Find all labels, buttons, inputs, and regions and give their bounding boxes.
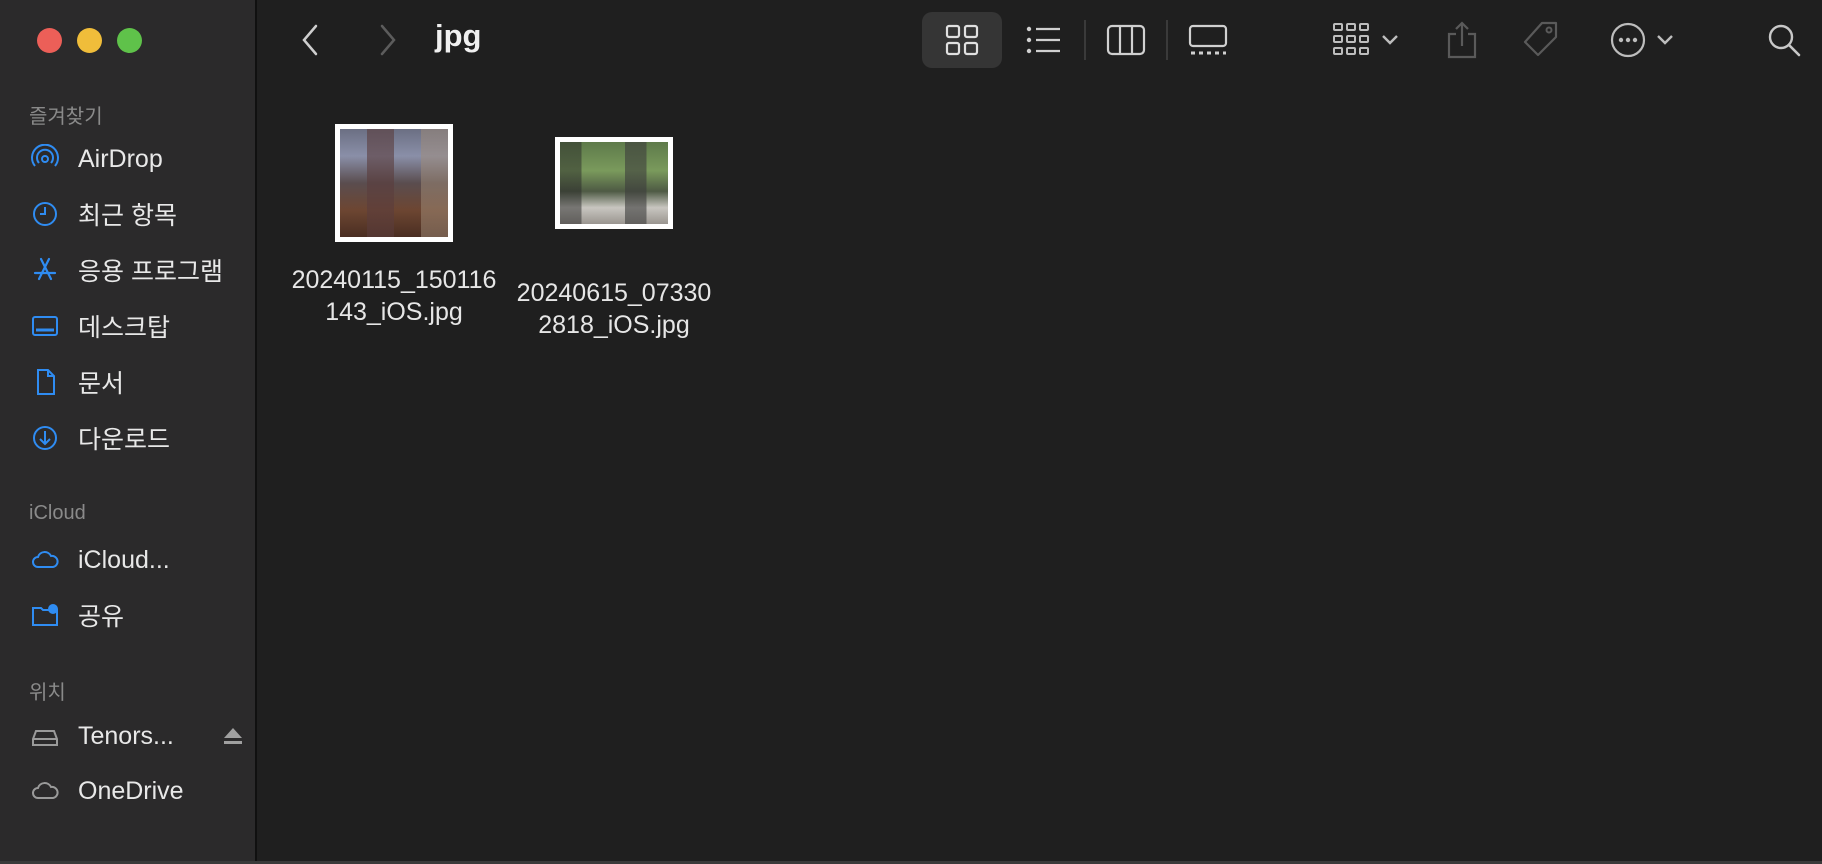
sidebar-item-label: 응용 프로그램	[78, 258, 223, 286]
sidebar-item-documents[interactable]: 문서	[30, 362, 245, 402]
sidebar-item-tenors[interactable]: Tenors...	[30, 716, 245, 756]
sidebar-item-applications[interactable]: 응용 프로그램	[30, 250, 245, 290]
applications-icon	[30, 255, 60, 285]
view-icon-button[interactable]	[922, 12, 1002, 68]
view-column-button[interactable]	[1104, 22, 1148, 58]
desktop-icon	[30, 311, 60, 341]
gallery-icon	[1188, 24, 1228, 55]
download-icon	[30, 423, 60, 453]
sidebar-item-label: 최근 항목	[78, 202, 177, 230]
sidebar: 즐겨찾기 AirDrop 최근 항목 응용 프로그램 데스크탑 문서 다운로드 …	[0, 0, 257, 864]
tag-icon	[1523, 21, 1558, 57]
sidebar-item-label: 다운로드	[78, 426, 171, 454]
cloud-icon	[30, 776, 60, 806]
view-gallery-button[interactable]	[1186, 22, 1230, 58]
view-list-button[interactable]	[1024, 22, 1064, 58]
sidebar-item-desktop[interactable]: 데스크탑	[30, 306, 245, 346]
sidebar-item-airdrop[interactable]: AirDrop	[30, 139, 245, 179]
sidebar-item-label: 데스크탑	[78, 314, 171, 342]
finder-window: 즐겨찾기 AirDrop 최근 항목 응용 프로그램 데스크탑 문서 다운로드 …	[0, 0, 1822, 864]
clock-icon	[30, 199, 60, 229]
sidebar-item-label: 공유	[78, 603, 125, 631]
file-area: 20240115_150116 143_iOS.jpg 20240615_073…	[259, 80, 1822, 864]
sidebar-item-shared[interactable]: 공유	[30, 595, 245, 635]
window-controls	[37, 28, 142, 53]
airdrop-icon	[30, 144, 60, 174]
file-name: 20240615_07330 2818_iOS.jpg	[516, 279, 712, 339]
toolbar-divider	[1166, 20, 1168, 60]
window-title: jpg	[435, 18, 482, 53]
sidebar-item-label: iCloud...	[78, 545, 170, 574]
tag-button[interactable]	[1518, 18, 1562, 62]
group-by-button[interactable]	[1328, 20, 1404, 60]
back-button[interactable]	[295, 20, 325, 60]
sidebar-item-label: AirDrop	[78, 144, 163, 173]
image-thumbnail-pixelated	[340, 129, 448, 237]
sidebar-section-favorites: 즐겨찾기	[29, 106, 103, 128]
cloud-icon	[30, 545, 60, 575]
search-button[interactable]	[1764, 20, 1804, 60]
forward-button[interactable]	[373, 20, 403, 60]
eject-icon[interactable]	[221, 724, 245, 748]
chevron-down-icon	[1657, 35, 1673, 45]
minimize-window-button[interactable]	[77, 28, 102, 53]
sidebar-item-downloads[interactable]: 다운로드	[30, 418, 245, 458]
file-item[interactable]: 20240615_07330 2818_iOS.jpg	[509, 124, 719, 341]
sidebar-item-label: 문서	[78, 370, 125, 398]
sidebar-item-onedrive[interactable]: OneDrive	[30, 771, 245, 811]
sidebar-section-locations: 위치	[29, 682, 66, 704]
sidebar-item-recents[interactable]: 최근 항목	[30, 194, 245, 234]
image-thumbnail-pixelated	[560, 142, 668, 224]
chevron-down-icon	[1382, 35, 1398, 45]
chevron-left-icon	[302, 24, 318, 56]
chevron-right-icon	[380, 24, 396, 56]
more-icon	[1610, 22, 1646, 58]
zoom-window-button[interactable]	[117, 28, 142, 53]
sidebar-item-icloud-drive[interactable]: iCloud...	[30, 540, 245, 580]
drive-icon	[30, 721, 60, 751]
more-actions-button[interactable]	[1604, 20, 1680, 60]
list-icon	[1026, 26, 1060, 54]
file-thumbnail	[555, 137, 673, 229]
share-icon	[1447, 21, 1477, 59]
grid-icon	[945, 24, 979, 56]
document-icon	[30, 367, 60, 397]
group-icon	[1333, 23, 1369, 55]
toolbar-divider	[1084, 20, 1086, 60]
file-item[interactable]: 20240115_150116 143_iOS.jpg	[289, 124, 499, 328]
sidebar-item-label: OneDrive	[78, 776, 184, 805]
sidebar-item-label: Tenors...	[78, 721, 174, 750]
shared-folder-icon	[30, 600, 60, 630]
file-thumbnail	[335, 124, 453, 242]
share-button[interactable]	[1442, 18, 1482, 62]
sidebar-section-icloud: iCloud	[29, 502, 86, 524]
close-window-button[interactable]	[37, 28, 62, 53]
file-name: 20240115_150116 143_iOS.jpg	[291, 266, 497, 326]
columns-icon	[1106, 24, 1146, 56]
search-icon	[1768, 24, 1801, 57]
